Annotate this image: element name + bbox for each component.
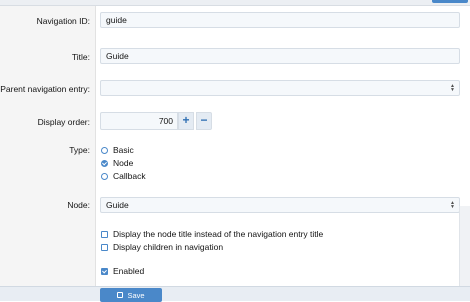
right-edge-panel — [459, 206, 470, 286]
radio-checked-icon[interactable] — [101, 159, 108, 167]
increment-button[interactable]: + — [178, 112, 194, 130]
decrement-button[interactable]: − — [196, 112, 212, 130]
type-label: Type: — [69, 145, 90, 155]
checkbox-display-children[interactable]: Display children in navigation — [101, 241, 223, 253]
radio-icon[interactable] — [101, 146, 108, 154]
node-label: Node: — [67, 200, 90, 210]
node-value: Guide — [106, 200, 129, 210]
node-select[interactable]: Guide ▲ ▼ — [100, 197, 460, 213]
parent-navigation-select[interactable]: ▲ ▼ — [100, 80, 460, 96]
display-order-input[interactable]: 700 — [100, 112, 178, 130]
type-option-label: Callback — [113, 171, 146, 181]
checkbox-node-title[interactable]: Display the node title instead of the na… — [101, 228, 323, 240]
title-label: Title: — [71, 52, 90, 62]
save-icon — [117, 292, 124, 298]
type-option-basic[interactable]: Basic — [101, 144, 134, 156]
checkbox-checked-icon[interactable] — [101, 267, 108, 275]
navigation-id-label: Navigation ID: — [36, 16, 90, 26]
navigation-id-input[interactable]: guide — [100, 12, 460, 28]
type-option-node[interactable]: Node — [101, 157, 133, 169]
select-arrows-icon: ▲ ▼ — [450, 200, 455, 210]
select-arrows-icon: ▲ ▼ — [450, 83, 455, 93]
type-option-callback[interactable]: Callback — [101, 170, 146, 182]
save-label: Save — [127, 290, 145, 300]
checkbox-icon[interactable] — [101, 230, 108, 238]
checkbox-enabled[interactable]: Enabled — [101, 265, 144, 277]
type-option-label: Node — [113, 158, 134, 168]
top-toolbar-button[interactable] — [432, 0, 468, 3]
plus-icon: + — [182, 113, 190, 127]
display-order-label: Display order: — [37, 117, 90, 127]
title-input[interactable]: Guide — [100, 48, 460, 64]
type-option-label: Basic — [113, 145, 134, 155]
parent-navigation-label: Parent navigation entry: — [0, 84, 90, 94]
checkbox-label: Display children in navigation — [113, 242, 224, 252]
checkbox-icon[interactable] — [101, 243, 108, 251]
minus-icon: − — [200, 113, 208, 127]
radio-icon[interactable] — [101, 172, 108, 180]
checkbox-label: Display the node title instead of the na… — [113, 229, 324, 239]
form-footer — [0, 286, 470, 301]
checkbox-label: Enabled — [113, 266, 145, 276]
